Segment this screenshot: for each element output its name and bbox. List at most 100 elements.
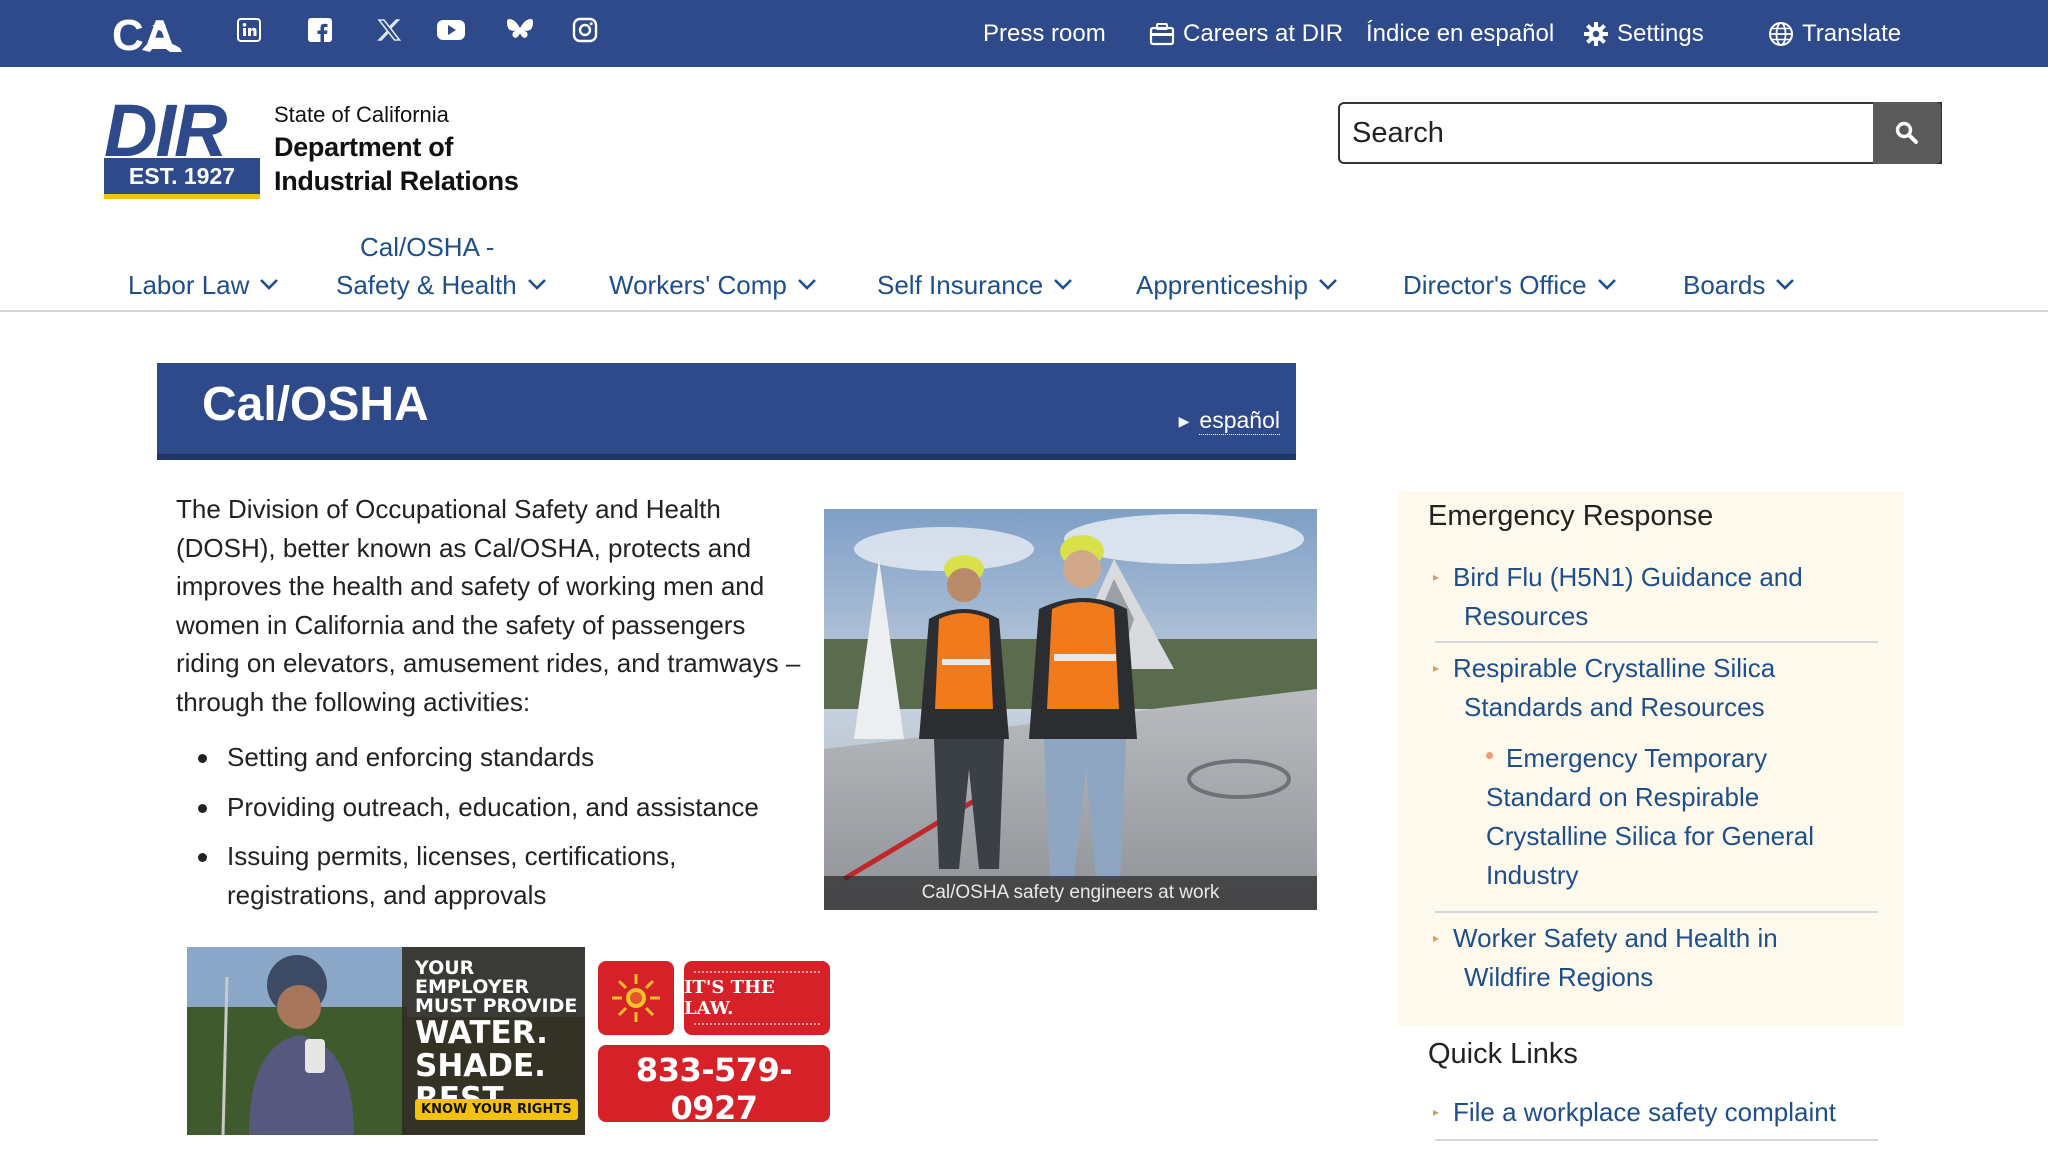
safety-engineers-photo: Cal/OSHA safety engineers at work (824, 509, 1317, 910)
heat-line2: MUST PROVIDE (415, 995, 578, 1017)
espanol-label: español (1199, 407, 1280, 435)
photo-caption: Cal/OSHA safety engineers at work (824, 876, 1317, 910)
press-room-link[interactable]: Press room (983, 14, 1106, 54)
globe-icon (1768, 21, 1794, 47)
heat-line1: YOUR EMPLOYER (415, 957, 530, 998)
chevron-down-icon (797, 264, 817, 298)
triangle-right-icon: ▸ (1433, 661, 1440, 675)
hotline-number: 833-579-0927 (635, 1051, 793, 1127)
list-item: Setting and enforcing standards (176, 738, 816, 777)
sun-icon (612, 974, 660, 1022)
sidebar-link-wildfire[interactable]: ▸ Worker Safety and Health in Wildfire R… (1433, 919, 1893, 996)
chevron-down-icon (1053, 264, 1073, 298)
ets-line1: Emergency Temporary (1506, 743, 1768, 773)
sun-logo-tile[interactable] (598, 961, 674, 1035)
its-the-law-label: IT'S THE LAW. (684, 977, 775, 1019)
quick-links-heading: Quick Links (1428, 1038, 1578, 1070)
bird-flu-line1: Bird Flu (H5N1) Guidance and (1453, 562, 1803, 592)
quick-link-complaint[interactable]: ▸ File a workplace safety complaint (1433, 1093, 1913, 1132)
nav-boards-label: Boards (1683, 270, 1766, 300)
emergency-response-heading: Emergency Response (1428, 500, 1714, 532)
spanish-index-link[interactable]: Índice en español (1366, 14, 1554, 54)
nav-apprenticeship[interactable]: Apprenticeship (1136, 264, 1338, 302)
chevron-down-icon (1775, 264, 1795, 298)
gear-icon (1583, 21, 1609, 47)
nav-self-insurance-label: Self Insurance (877, 270, 1044, 300)
chevron-down-icon (1318, 264, 1338, 298)
heat-hotline-tile[interactable]: 833-579-0927 www.99calor.org (598, 1045, 830, 1144)
sidebar-sublink-silica-ets[interactable]: Emergency Temporary Standard on Respirab… (1486, 739, 1886, 895)
nav-calosha-top: Cal/OSHA - (360, 232, 495, 262)
nav-apprenticeship-label: Apprenticeship (1136, 270, 1308, 300)
triangle-right-icon: ▸ (1433, 1105, 1440, 1119)
org-state: State of California (274, 102, 449, 127)
logo-est-text: EST. 1927 (129, 163, 235, 189)
translate-button[interactable]: Translate (1768, 14, 1901, 54)
youtube-icon[interactable] (436, 15, 466, 45)
linkedin-icon[interactable] (234, 15, 264, 45)
x-icon[interactable] (374, 15, 404, 45)
nav-directors-office-label: Director's Office (1403, 270, 1587, 300)
search-input[interactable]: Search (1338, 102, 1942, 164)
its-the-law-tile[interactable]: IT'S THE LAW. (684, 961, 830, 1035)
nav-self-insurance[interactable]: Self Insurance (877, 264, 1073, 302)
chevron-down-icon (259, 264, 279, 298)
translate-label: Translate (1802, 20, 1902, 47)
settings-label: Settings (1617, 20, 1704, 47)
logo-gold-stripe (104, 194, 260, 199)
instagram-icon[interactable] (570, 15, 600, 45)
org-dept: Department of (274, 132, 454, 162)
list-item: Issuing permits, licenses, certification… (176, 837, 816, 914)
bird-flu-line2: Resources (1464, 600, 1589, 631)
briefcase-icon (1149, 22, 1175, 46)
bluesky-icon[interactable] (505, 15, 535, 45)
divider (1435, 1139, 1878, 1141)
ets-line4: Industry (1486, 860, 1579, 890)
top-utility-bar: CA Press room Careers at DIR Índice en e… (0, 0, 2048, 67)
heat-banner-text: YOUR EMPLOYER MUST PROVIDE WATER. SHADE.… (415, 959, 585, 1115)
bullet-dot-icon (1486, 752, 1493, 759)
divider (1435, 641, 1878, 643)
triangle-right-icon: ▸ (1433, 570, 1440, 584)
heat-illness-banner[interactable]: YOUR EMPLOYER MUST PROVIDE WATER. SHADE.… (187, 947, 585, 1135)
ets-line3: Crystalline Silica for General (1486, 821, 1815, 851)
page-title: Cal/OSHA (202, 378, 429, 431)
nav-calosha-label: Safety & Health (336, 270, 517, 300)
org-name: State of California Department of Indust… (274, 100, 519, 198)
nav-labor-law[interactable]: Labor Law (128, 264, 279, 302)
ets-line2: Standard on Respirable (1486, 782, 1760, 812)
silica-line1: Respirable Crystalline Silica (1453, 653, 1776, 683)
espanol-link[interactable]: ▶ español (1179, 407, 1280, 435)
main-nav: Labor Law Cal/OSHA - Safety & Health Wor… (0, 230, 2048, 312)
chevron-down-icon (527, 264, 547, 298)
ca-gov-logo[interactable]: CA (112, 10, 186, 60)
intro-paragraph: The Division of Occupational Safety and … (176, 494, 801, 717)
press-room-label: Press room (983, 20, 1106, 47)
facebook-icon[interactable] (305, 15, 335, 45)
list-item: Providing outreach, education, and assis… (176, 788, 816, 827)
search-icon (1895, 121, 1918, 144)
spanish-index-label: Índice en español (1366, 20, 1555, 47)
nav-calosha[interactable]: Cal/OSHA - Safety & Health (336, 230, 547, 302)
settings-button[interactable]: Settings (1583, 14, 1704, 54)
hotline-url: www.99calor.org (658, 1129, 770, 1144)
heat-line4: SHADE. (415, 1048, 546, 1084)
nav-labor-law-label: Labor Law (128, 270, 250, 300)
nav-directors-office[interactable]: Director's Office (1403, 264, 1617, 302)
wildfire-line1: Worker Safety and Health in (1453, 923, 1778, 953)
triangle-right-icon: ▸ (1433, 931, 1440, 945)
nav-workers-comp[interactable]: Workers' Comp (609, 264, 817, 302)
careers-label: Careers at DIR (1183, 20, 1344, 47)
dir-logo[interactable]: DIR EST. 1927 (104, 89, 264, 204)
silica-line2: Standards and Resources (1464, 691, 1765, 722)
search-button[interactable] (1873, 102, 1941, 164)
triangle-right-icon: ▶ (1178, 412, 1190, 429)
org-ir: Industrial Relations (274, 166, 519, 196)
sidebar-link-silica[interactable]: ▸ Respirable Crystalline Silica Standard… (1433, 649, 1893, 726)
sidebar-link-bird-flu[interactable]: ▸ Bird Flu (H5N1) Guidance and Resources (1433, 558, 1893, 635)
page-title-banner: Cal/OSHA ▶ español (157, 363, 1296, 460)
activity-list: Setting and enforcing standards Providin… (176, 738, 816, 925)
nav-boards[interactable]: Boards (1683, 264, 1795, 302)
heat-line3: WATER. (415, 1015, 548, 1051)
careers-link[interactable]: Careers at DIR (1149, 14, 1343, 54)
